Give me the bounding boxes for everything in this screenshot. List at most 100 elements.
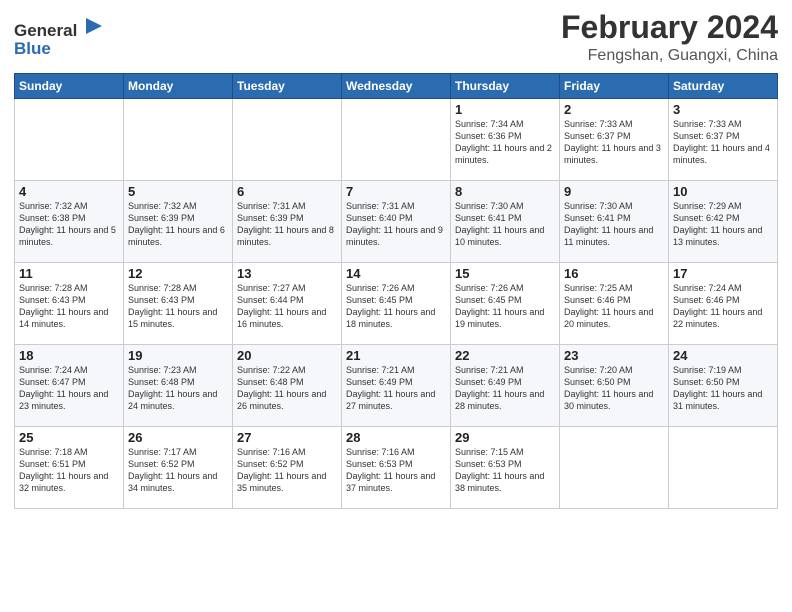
calendar-cell: 16Sunrise: 7:25 AM Sunset: 6:46 PM Dayli… bbox=[560, 263, 669, 345]
calendar-cell: 3Sunrise: 7:33 AM Sunset: 6:37 PM Daylig… bbox=[669, 99, 778, 181]
week-row-2: 11Sunrise: 7:28 AM Sunset: 6:43 PM Dayli… bbox=[15, 263, 778, 345]
header: General Blue February 2024 Fengshan, Gua… bbox=[14, 10, 778, 67]
week-row-0: 1Sunrise: 7:34 AM Sunset: 6:36 PM Daylig… bbox=[15, 99, 778, 181]
day-number: 12 bbox=[128, 266, 228, 281]
day-info: Sunrise: 7:33 AM Sunset: 6:37 PM Dayligh… bbox=[673, 118, 773, 167]
day-number: 3 bbox=[673, 102, 773, 117]
calendar-cell bbox=[233, 99, 342, 181]
day-number: 5 bbox=[128, 184, 228, 199]
day-info: Sunrise: 7:34 AM Sunset: 6:36 PM Dayligh… bbox=[455, 118, 555, 167]
logo-area: General Blue bbox=[14, 10, 104, 67]
week-row-3: 18Sunrise: 7:24 AM Sunset: 6:47 PM Dayli… bbox=[15, 345, 778, 427]
calendar-cell: 13Sunrise: 7:27 AM Sunset: 6:44 PM Dayli… bbox=[233, 263, 342, 345]
calendar-cell: 27Sunrise: 7:16 AM Sunset: 6:52 PM Dayli… bbox=[233, 427, 342, 509]
calendar-cell: 23Sunrise: 7:20 AM Sunset: 6:50 PM Dayli… bbox=[560, 345, 669, 427]
weekday-header-friday: Friday bbox=[560, 74, 669, 99]
day-info: Sunrise: 7:24 AM Sunset: 6:46 PM Dayligh… bbox=[673, 282, 773, 331]
day-info: Sunrise: 7:23 AM Sunset: 6:48 PM Dayligh… bbox=[128, 364, 228, 413]
day-number: 26 bbox=[128, 430, 228, 445]
svg-text:Blue: Blue bbox=[14, 39, 51, 58]
calendar-cell: 17Sunrise: 7:24 AM Sunset: 6:46 PM Dayli… bbox=[669, 263, 778, 345]
day-info: Sunrise: 7:31 AM Sunset: 6:39 PM Dayligh… bbox=[237, 200, 337, 249]
day-info: Sunrise: 7:32 AM Sunset: 6:39 PM Dayligh… bbox=[128, 200, 228, 249]
day-number: 6 bbox=[237, 184, 337, 199]
day-number: 1 bbox=[455, 102, 555, 117]
day-info: Sunrise: 7:27 AM Sunset: 6:44 PM Dayligh… bbox=[237, 282, 337, 331]
day-number: 19 bbox=[128, 348, 228, 363]
calendar-cell: 1Sunrise: 7:34 AM Sunset: 6:36 PM Daylig… bbox=[451, 99, 560, 181]
day-info: Sunrise: 7:32 AM Sunset: 6:38 PM Dayligh… bbox=[19, 200, 119, 249]
calendar-cell: 2Sunrise: 7:33 AM Sunset: 6:37 PM Daylig… bbox=[560, 99, 669, 181]
weekday-header-wednesday: Wednesday bbox=[342, 74, 451, 99]
calendar-cell bbox=[342, 99, 451, 181]
day-number: 25 bbox=[19, 430, 119, 445]
calendar-cell: 8Sunrise: 7:30 AM Sunset: 6:41 PM Daylig… bbox=[451, 181, 560, 263]
day-info: Sunrise: 7:30 AM Sunset: 6:41 PM Dayligh… bbox=[564, 200, 664, 249]
day-info: Sunrise: 7:31 AM Sunset: 6:40 PM Dayligh… bbox=[346, 200, 446, 249]
day-number: 20 bbox=[237, 348, 337, 363]
weekday-header-row: SundayMondayTuesdayWednesdayThursdayFrid… bbox=[15, 74, 778, 99]
calendar-cell: 7Sunrise: 7:31 AM Sunset: 6:40 PM Daylig… bbox=[342, 181, 451, 263]
day-number: 8 bbox=[455, 184, 555, 199]
calendar-cell bbox=[15, 99, 124, 181]
calendar-cell: 22Sunrise: 7:21 AM Sunset: 6:49 PM Dayli… bbox=[451, 345, 560, 427]
calendar-cell: 9Sunrise: 7:30 AM Sunset: 6:41 PM Daylig… bbox=[560, 181, 669, 263]
weekday-header-saturday: Saturday bbox=[669, 74, 778, 99]
day-info: Sunrise: 7:19 AM Sunset: 6:50 PM Dayligh… bbox=[673, 364, 773, 413]
weekday-header-thursday: Thursday bbox=[451, 74, 560, 99]
day-number: 24 bbox=[673, 348, 773, 363]
day-number: 27 bbox=[237, 430, 337, 445]
day-info: Sunrise: 7:16 AM Sunset: 6:52 PM Dayligh… bbox=[237, 446, 337, 495]
calendar-cell: 24Sunrise: 7:19 AM Sunset: 6:50 PM Dayli… bbox=[669, 345, 778, 427]
day-info: Sunrise: 7:15 AM Sunset: 6:53 PM Dayligh… bbox=[455, 446, 555, 495]
logo: General Blue bbox=[14, 14, 104, 67]
day-info: Sunrise: 7:28 AM Sunset: 6:43 PM Dayligh… bbox=[19, 282, 119, 331]
week-row-4: 25Sunrise: 7:18 AM Sunset: 6:51 PM Dayli… bbox=[15, 427, 778, 509]
day-number: 16 bbox=[564, 266, 664, 281]
day-info: Sunrise: 7:33 AM Sunset: 6:37 PM Dayligh… bbox=[564, 118, 664, 167]
calendar-cell: 28Sunrise: 7:16 AM Sunset: 6:53 PM Dayli… bbox=[342, 427, 451, 509]
day-info: Sunrise: 7:30 AM Sunset: 6:41 PM Dayligh… bbox=[455, 200, 555, 249]
day-info: Sunrise: 7:17 AM Sunset: 6:52 PM Dayligh… bbox=[128, 446, 228, 495]
calendar-cell: 10Sunrise: 7:29 AM Sunset: 6:42 PM Dayli… bbox=[669, 181, 778, 263]
day-number: 18 bbox=[19, 348, 119, 363]
day-number: 10 bbox=[673, 184, 773, 199]
calendar-cell: 20Sunrise: 7:22 AM Sunset: 6:48 PM Dayli… bbox=[233, 345, 342, 427]
day-number: 23 bbox=[564, 348, 664, 363]
page: General Blue February 2024 Fengshan, Gua… bbox=[0, 0, 792, 612]
day-number: 21 bbox=[346, 348, 446, 363]
calendar-cell bbox=[560, 427, 669, 509]
day-info: Sunrise: 7:28 AM Sunset: 6:43 PM Dayligh… bbox=[128, 282, 228, 331]
title-area: February 2024 Fengshan, Guangxi, China bbox=[561, 10, 778, 65]
day-info: Sunrise: 7:21 AM Sunset: 6:49 PM Dayligh… bbox=[346, 364, 446, 413]
calendar-cell: 4Sunrise: 7:32 AM Sunset: 6:38 PM Daylig… bbox=[15, 181, 124, 263]
day-number: 4 bbox=[19, 184, 119, 199]
logo-svg: General Blue bbox=[14, 14, 104, 62]
weekday-header-tuesday: Tuesday bbox=[233, 74, 342, 99]
day-number: 17 bbox=[673, 266, 773, 281]
day-info: Sunrise: 7:22 AM Sunset: 6:48 PM Dayligh… bbox=[237, 364, 337, 413]
day-number: 15 bbox=[455, 266, 555, 281]
day-info: Sunrise: 7:21 AM Sunset: 6:49 PM Dayligh… bbox=[455, 364, 555, 413]
calendar-cell: 11Sunrise: 7:28 AM Sunset: 6:43 PM Dayli… bbox=[15, 263, 124, 345]
day-number: 14 bbox=[346, 266, 446, 281]
calendar-cell: 12Sunrise: 7:28 AM Sunset: 6:43 PM Dayli… bbox=[124, 263, 233, 345]
calendar-cell: 14Sunrise: 7:26 AM Sunset: 6:45 PM Dayli… bbox=[342, 263, 451, 345]
day-number: 29 bbox=[455, 430, 555, 445]
day-info: Sunrise: 7:20 AM Sunset: 6:50 PM Dayligh… bbox=[564, 364, 664, 413]
calendar-cell bbox=[669, 427, 778, 509]
day-info: Sunrise: 7:25 AM Sunset: 6:46 PM Dayligh… bbox=[564, 282, 664, 331]
day-number: 7 bbox=[346, 184, 446, 199]
calendar-cell: 15Sunrise: 7:26 AM Sunset: 6:45 PM Dayli… bbox=[451, 263, 560, 345]
day-number: 9 bbox=[564, 184, 664, 199]
day-number: 13 bbox=[237, 266, 337, 281]
calendar-cell: 29Sunrise: 7:15 AM Sunset: 6:53 PM Dayli… bbox=[451, 427, 560, 509]
day-info: Sunrise: 7:24 AM Sunset: 6:47 PM Dayligh… bbox=[19, 364, 119, 413]
day-info: Sunrise: 7:16 AM Sunset: 6:53 PM Dayligh… bbox=[346, 446, 446, 495]
calendar-cell: 21Sunrise: 7:21 AM Sunset: 6:49 PM Dayli… bbox=[342, 345, 451, 427]
calendar-cell: 5Sunrise: 7:32 AM Sunset: 6:39 PM Daylig… bbox=[124, 181, 233, 263]
weekday-header-sunday: Sunday bbox=[15, 74, 124, 99]
day-number: 28 bbox=[346, 430, 446, 445]
calendar-cell: 18Sunrise: 7:24 AM Sunset: 6:47 PM Dayli… bbox=[15, 345, 124, 427]
day-info: Sunrise: 7:26 AM Sunset: 6:45 PM Dayligh… bbox=[455, 282, 555, 331]
